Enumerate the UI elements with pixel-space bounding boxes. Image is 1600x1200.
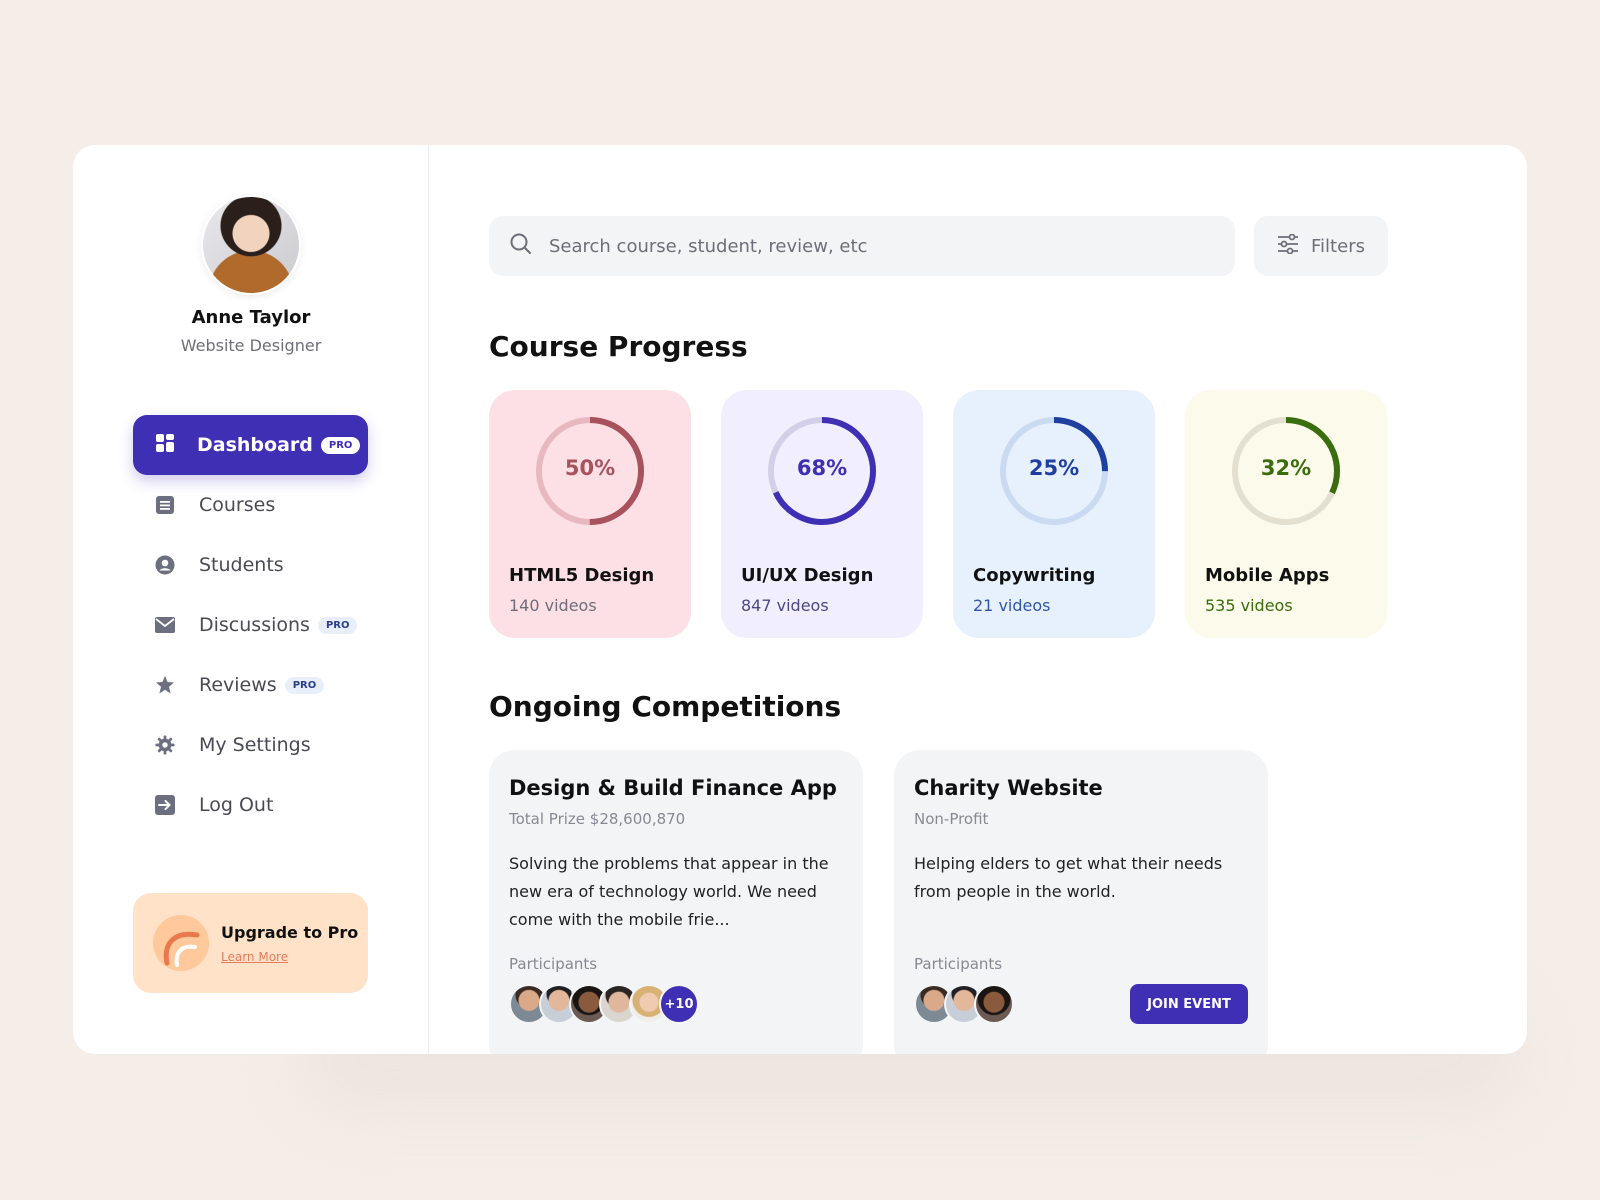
course-name: Copywriting	[973, 565, 1096, 586]
search-input[interactable]	[549, 235, 1149, 257]
sidebar-item-dashboard[interactable]: Dashboard PRO	[133, 415, 368, 475]
profile-role: Website Designer	[180, 336, 322, 355]
sidebar-item-label: Log Out	[199, 794, 274, 816]
profile: Anne Taylor Website Designer	[73, 195, 429, 355]
sidebar-nav: Dashboard PRO Courses Students Discussio…	[133, 415, 368, 835]
more-participants-badge[interactable]: +10	[659, 984, 699, 1024]
main-content: Filters Course Progress 50% HTML5 Design…	[429, 145, 1527, 1054]
logout-icon	[155, 795, 175, 815]
course-percent: 68%	[796, 456, 848, 480]
competitions-title: Ongoing Competitions	[489, 690, 842, 723]
sidebar-item-label: My Settings	[199, 734, 311, 756]
document-icon	[155, 495, 175, 515]
course-videos: 847 videos	[741, 596, 829, 615]
competitions-list: Design & Build Finance App Total Prize $…	[489, 750, 1268, 1054]
course-card[interactable]: 32% Mobile Apps 535 videos	[1185, 390, 1387, 638]
pro-badge: PRO	[317, 616, 358, 634]
course-card[interactable]: 68% UI/UX Design 847 videos	[721, 390, 923, 638]
course-videos: 535 videos	[1205, 596, 1293, 615]
profile-name: Anne Taylor	[191, 307, 311, 328]
course-videos: 21 videos	[973, 596, 1051, 615]
upgrade-title: Upgrade to Pro	[221, 922, 359, 942]
course-name: Mobile Apps	[1205, 565, 1330, 586]
learn-more-link[interactable]: Learn More	[221, 950, 358, 964]
course-videos: 140 videos	[509, 596, 597, 615]
sidebar-item-label: Discussions	[199, 614, 310, 636]
competition-description: Helping elders to get what their needs f…	[914, 854, 1223, 901]
pro-badge: PRO	[284, 676, 325, 694]
sliders-icon	[1277, 233, 1299, 259]
participants-avatars: +10	[509, 984, 699, 1024]
sidebar-item-students[interactable]: Students	[133, 535, 368, 595]
course-name: UI/UX Design	[741, 565, 874, 586]
competition-subtitle: Total Prize $28,600,870	[509, 810, 686, 828]
course-progress-title: Course Progress	[489, 330, 748, 363]
sidebar-item-label: Courses	[199, 494, 276, 516]
search-icon	[509, 232, 533, 260]
sidebar-item-label: Reviews	[199, 674, 277, 696]
participants-label: Participants	[509, 955, 598, 973]
sidebar-item-courses[interactable]: Courses	[133, 475, 368, 535]
sidebar-item-settings[interactable]: My Settings	[133, 715, 368, 775]
course-percent: 25%	[1028, 456, 1080, 480]
competition-description: Solving the problems that appear in the …	[509, 854, 829, 929]
sidebar-item-reviews[interactable]: Reviews PRO	[133, 655, 368, 715]
participant-avatar	[974, 984, 1014, 1024]
upgrade-card[interactable]: Upgrade to Pro Learn More	[133, 893, 368, 993]
competition-subtitle: Non-Profit	[914, 810, 989, 828]
join-event-button[interactable]: JOIN EVENT	[1130, 984, 1248, 1024]
avatar[interactable]	[201, 195, 301, 295]
user-circle-icon	[155, 555, 175, 575]
participants-label: Participants	[914, 955, 1003, 973]
course-card[interactable]: 25% Copywriting 21 videos	[953, 390, 1155, 638]
course-percent: 32%	[1260, 456, 1312, 480]
mail-icon	[155, 617, 175, 633]
filters-button[interactable]: Filters	[1254, 216, 1388, 276]
competition-card[interactable]: Charity Website Non-Profit Helping elder…	[894, 750, 1268, 1054]
course-percent: 50%	[564, 456, 616, 480]
sidebar-item-label: Dashboard	[197, 434, 313, 456]
upgrade-logo-icon	[153, 915, 209, 971]
dashboard-icon	[155, 433, 175, 457]
sidebar-item-discussions[interactable]: Discussions PRO	[133, 595, 368, 655]
sidebar: Anne Taylor Website Designer Dashboard P…	[73, 145, 429, 1054]
competition-title: Charity Website	[914, 776, 1103, 800]
course-progress-list: 50% HTML5 Design 140 videos 68% UI/UX De…	[489, 390, 1387, 638]
participants-avatars	[914, 984, 1014, 1024]
search-bar[interactable]	[489, 216, 1235, 276]
filters-label: Filters	[1311, 235, 1365, 257]
sidebar-item-label: Students	[199, 554, 284, 576]
competition-card[interactable]: Design & Build Finance App Total Prize $…	[489, 750, 863, 1054]
course-name: HTML5 Design	[509, 565, 655, 586]
pro-badge: PRO	[320, 436, 361, 454]
gear-icon	[155, 734, 175, 756]
sidebar-item-logout[interactable]: Log Out	[133, 775, 368, 835]
app-window: Anne Taylor Website Designer Dashboard P…	[73, 145, 1527, 1054]
course-card[interactable]: 50% HTML5 Design 140 videos	[489, 390, 691, 638]
star-icon	[155, 675, 175, 695]
competition-title: Design & Build Finance App	[509, 776, 837, 800]
